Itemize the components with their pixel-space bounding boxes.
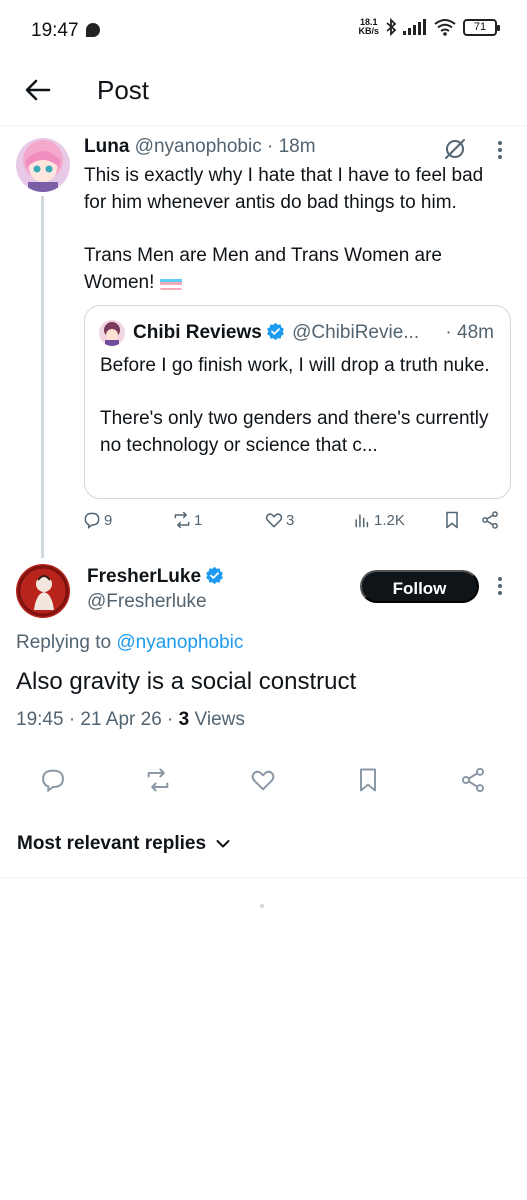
avatar[interactable] (99, 320, 125, 346)
luna-avatar-image (16, 138, 70, 192)
transgender-flag-emoji (159, 275, 182, 290)
display-name[interactable]: Luna (84, 136, 129, 157)
like-button[interactable]: 3 (264, 510, 294, 530)
bluetooth-icon (386, 18, 397, 36)
display-name-text: FresherLuke (87, 566, 202, 587)
bookmark-button[interactable] (442, 510, 462, 530)
reply-count: 9 (104, 511, 113, 529)
page-header: Post (0, 62, 527, 126)
fresherluke-avatar-image (16, 564, 70, 618)
handle[interactable]: @nyanophobic (135, 136, 262, 157)
replying-to-link[interactable]: @nyanophobic (116, 632, 243, 653)
main-tweet-actions (0, 766, 527, 798)
quoted-tweet-card[interactable]: Chibi Reviews @ChibiRevie... · 48m Befor… (84, 305, 511, 499)
repost-icon[interactable] (144, 766, 172, 794)
heart-icon (265, 513, 283, 528)
replying-to: Replying to @nyanophobic (16, 632, 243, 654)
verified-badge-icon (266, 322, 284, 341)
repost-count: 1 (194, 511, 203, 529)
main-tweet-text: Also gravity is a social construct (16, 668, 357, 695)
replies-sort-label: Most relevant replies (17, 833, 207, 854)
repost-button[interactable]: 1 (172, 510, 202, 530)
signal-icon (403, 19, 426, 35)
quoted-tweet-paragraph-2: There's only two genders and there's cur… (100, 408, 489, 456)
bookmark-icon[interactable] (354, 766, 382, 794)
like-count: 3 (286, 511, 295, 529)
wifi-icon (434, 19, 456, 36)
bookmark-icon (446, 511, 458, 529)
verified-badge-icon (206, 566, 223, 585)
chibi-avatar-image (99, 320, 125, 346)
quoted-tweet-header: Chibi Reviews @ChibiRevie... (133, 322, 419, 344)
share-icon (482, 511, 498, 529)
views-button[interactable]: 1.2K (352, 510, 405, 530)
views-count: 1.2K (374, 511, 405, 529)
reply-icon[interactable] (39, 766, 67, 794)
replying-to-label: Replying to (16, 632, 112, 653)
status-icons: 18.1 KB/s 71 (358, 18, 500, 36)
quoted-tweet-text: Before I go finish work, I will drop a t… (100, 352, 500, 459)
parent-tweet-paragraph-2-text: Trans Men are Men and Trans Women are Wo… (84, 245, 442, 293)
parent-tweet-paragraph-2: Trans Men are Men and Trans Women are Wo… (84, 242, 504, 296)
parent-tweet-actions: 9 1 3 1.2K (82, 510, 512, 538)
repost-icon (174, 511, 190, 529)
divider (0, 877, 527, 878)
display-name[interactable]: FresherLuke (87, 566, 226, 588)
display-name: Chibi Reviews (133, 322, 262, 343)
follow-button[interactable]: Follow (360, 570, 479, 603)
handle[interactable]: @Fresherluke (87, 591, 207, 613)
views-label[interactable]: Views (195, 709, 245, 730)
status-time: 19:47 (31, 20, 79, 41)
chevron-down-icon (216, 840, 230, 848)
more-options-icon[interactable] (497, 576, 503, 596)
tweet-time: · 18m (267, 136, 316, 157)
reply-icon (84, 512, 100, 529)
parent-tweet-header: Luna @nyanophobic · 18m (84, 136, 316, 158)
parent-tweet-paragraph-1: This is exactly why I hate that I have t… (84, 165, 484, 213)
tweet-timestamp: 19:45 · 21 Apr 26 · (16, 709, 174, 730)
tweet-metadata: 19:45 · 21 Apr 26 · 3 Views (16, 709, 245, 731)
reply-button[interactable]: 9 (82, 510, 112, 530)
message-notification-icon (86, 23, 100, 37)
replies-sort-dropdown[interactable]: Most relevant replies (17, 833, 230, 855)
avatar[interactable] (16, 138, 70, 192)
network-speed-unit: KB/s (358, 26, 379, 36)
parent-tweet-text: This is exactly why I hate that I have t… (84, 162, 504, 296)
views-chart-icon (355, 514, 369, 528)
network-speed: 18.1 KB/s (358, 18, 379, 36)
back-arrow-icon[interactable] (22, 74, 54, 106)
quoted-tweet-paragraph-1: Before I go finish work, I will drop a t… (100, 355, 490, 376)
battery-indicator: 71 (463, 18, 500, 36)
more-options-icon[interactable] (497, 140, 503, 160)
share-icon[interactable] (459, 766, 487, 794)
handle: @ChibiRevie... (292, 322, 420, 343)
views-count[interactable]: 3 (179, 709, 190, 730)
avatar[interactable] (16, 564, 70, 618)
heart-icon[interactable] (249, 766, 277, 794)
status-bar: 19:47 18.1 KB/s 71 (0, 0, 527, 62)
page-title: Post (97, 75, 150, 105)
share-button[interactable] (480, 510, 500, 530)
thread-connector-line (41, 196, 44, 558)
loading-indicator (260, 904, 264, 908)
grok-icon[interactable] (443, 137, 467, 161)
tweet-time: · 48m (445, 322, 494, 343)
